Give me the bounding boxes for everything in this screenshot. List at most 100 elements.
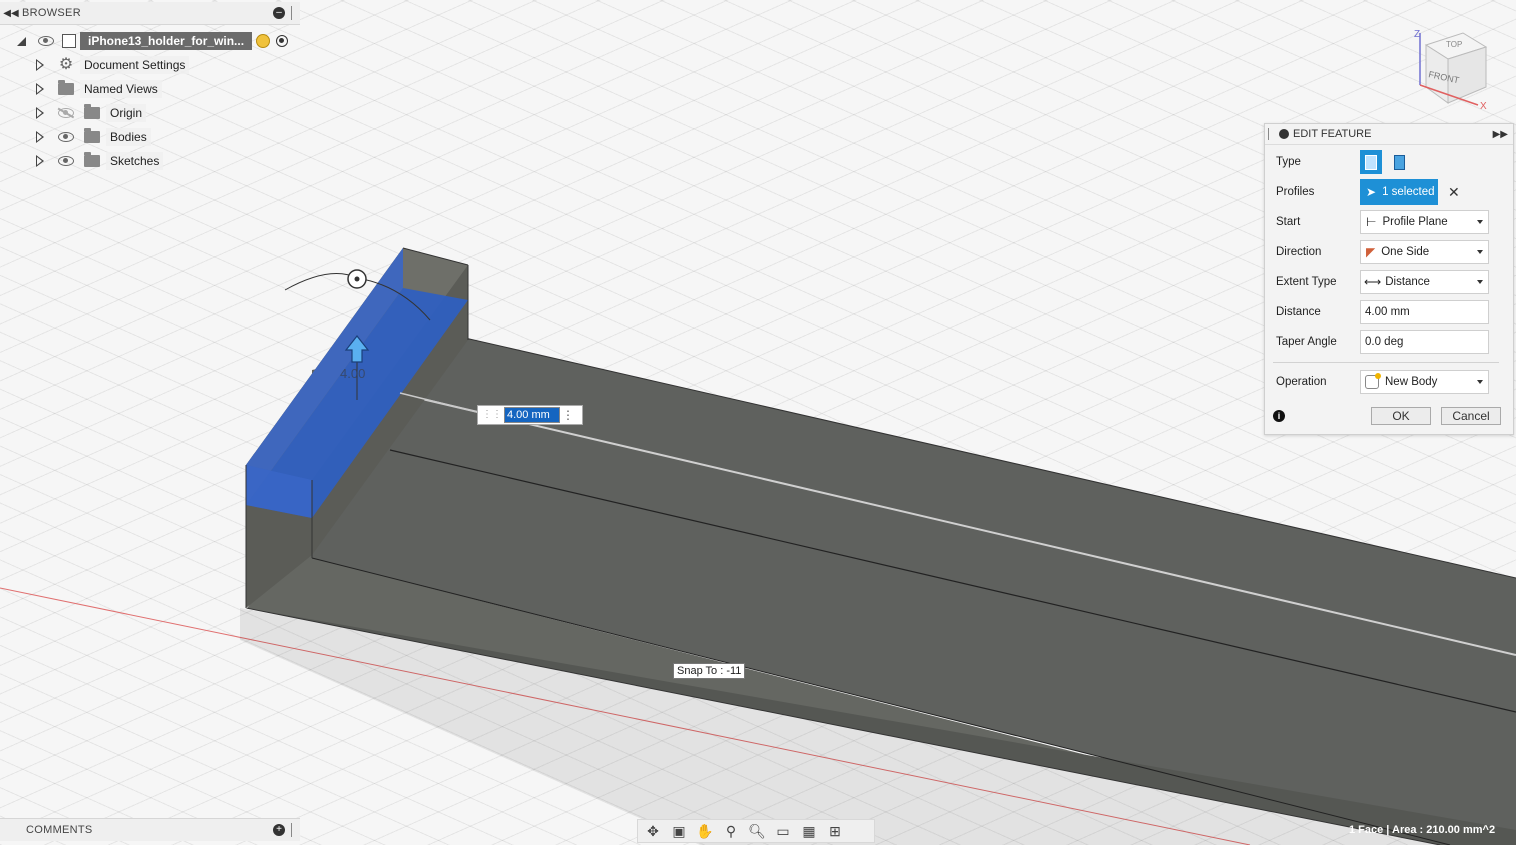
- pan-hand-icon[interactable]: ✋: [694, 822, 716, 840]
- profiles-select-button[interactable]: ➤ 1 selected: [1360, 179, 1438, 205]
- expand-triangle-icon[interactable]: [36, 107, 44, 119]
- start-row: Start ⊢ Profile Plane: [1265, 208, 1513, 236]
- dimension-ghost-text: 4.00: [340, 366, 365, 381]
- browser-root-row[interactable]: iPhone13_holder_for_win...: [17, 30, 289, 52]
- chevron-down-icon: [1477, 250, 1483, 254]
- dimension-input-box[interactable]: ⋮⋮ ⋮: [477, 405, 583, 425]
- distance-icon: ⟷: [1364, 275, 1382, 289]
- start-label: Start: [1276, 216, 1301, 228]
- comments-panel: COMMENTS +: [0, 818, 300, 841]
- orbit-icon[interactable]: ✥: [642, 822, 664, 840]
- snap-tooltip: Snap To : -11: [673, 663, 746, 679]
- panel-divider: [1273, 362, 1499, 363]
- browser-item-named-views[interactable]: Named Views: [36, 78, 162, 100]
- operation-label: Operation: [1276, 376, 1327, 388]
- display-settings-icon[interactable]: ▭: [772, 822, 794, 840]
- selection-status: 1 Face | Area : 210.00 mm^2: [1349, 824, 1496, 836]
- profiles-row: Profiles ➤ 1 selected ✕: [1265, 178, 1513, 206]
- collapse-circle-icon[interactable]: [1279, 129, 1289, 139]
- grid-settings-icon[interactable]: ▦: [798, 822, 820, 840]
- view-cube[interactable]: TOP FRONT Z X: [1408, 25, 1508, 115]
- distance-row: Distance: [1265, 298, 1513, 326]
- viewports-icon[interactable]: ⊞: [824, 822, 846, 840]
- one-side-icon: ◤: [1366, 245, 1376, 259]
- dimension-input[interactable]: [504, 407, 560, 423]
- browser-item-sketches[interactable]: Sketches: [36, 150, 164, 172]
- folder-icon: [84, 152, 100, 167]
- view-cube-top-label: TOP: [1446, 40, 1462, 49]
- browser-item-origin[interactable]: Origin: [36, 102, 147, 124]
- chevron-down-icon: [1477, 380, 1483, 384]
- operation-dropdown[interactable]: New Body: [1360, 370, 1489, 394]
- type-solid-button[interactable]: [1360, 150, 1382, 174]
- activate-radio-icon[interactable]: [276, 35, 289, 47]
- gear-icon: ⚙: [58, 56, 74, 73]
- start-dropdown[interactable]: ⊢ Profile Plane: [1360, 210, 1489, 234]
- browser-item-label: Named Views: [80, 80, 162, 98]
- browser-item-label: Document Settings: [80, 56, 190, 74]
- edit-feature-header: EDIT FEATURE ▶▶: [1265, 124, 1513, 145]
- ok-button[interactable]: OK: [1371, 407, 1431, 425]
- expand-triangle-icon[interactable]: [17, 36, 26, 46]
- expand-triangle-icon[interactable]: [36, 155, 44, 167]
- extent-value: Distance: [1385, 276, 1430, 288]
- add-comment-button[interactable]: +: [273, 824, 285, 836]
- direction-value: One Side: [1381, 246, 1430, 258]
- profiles-selected-text: 1 selected: [1382, 186, 1435, 198]
- chevron-down-icon: [1477, 220, 1483, 224]
- browser-item-label: Bodies: [106, 128, 151, 146]
- extent-row: Extent Type ⟷ Distance: [1265, 268, 1513, 296]
- more-options-icon[interactable]: ⋮: [562, 408, 574, 422]
- taper-row: Taper Angle: [1265, 328, 1513, 356]
- info-icon[interactable]: i: [1273, 410, 1285, 422]
- folder-icon: [84, 128, 100, 143]
- comments-resize-handle[interactable]: [291, 823, 298, 837]
- cancel-button[interactable]: Cancel: [1441, 407, 1501, 425]
- type-row: Type: [1265, 148, 1513, 176]
- direction-dropdown[interactable]: ◤ One Side: [1360, 240, 1489, 264]
- browser-item-bodies[interactable]: Bodies: [36, 126, 151, 148]
- collapse-panel-icon[interactable]: ◀◀: [0, 8, 22, 19]
- solid-extrude-icon: [1365, 154, 1377, 170]
- distance-label: Distance: [1276, 306, 1321, 318]
- edit-feature-panel: EDIT FEATURE ▶▶ Type Profiles ➤ 1 select…: [1264, 123, 1514, 435]
- type-thin-button[interactable]: [1388, 150, 1410, 174]
- taper-angle-input[interactable]: [1360, 330, 1489, 354]
- visibility-eye-icon[interactable]: [38, 36, 54, 46]
- expand-triangle-icon[interactable]: [36, 59, 44, 71]
- direction-label: Direction: [1276, 246, 1322, 258]
- expand-triangle-icon[interactable]: [36, 83, 44, 95]
- comments-title: COMMENTS: [26, 824, 93, 836]
- folder-icon: [84, 104, 100, 119]
- expand-triangle-icon[interactable]: [36, 131, 44, 143]
- visibility-eye-icon[interactable]: [58, 132, 74, 142]
- expand-panel-icon[interactable]: ▶▶: [1493, 129, 1508, 140]
- browser-minimize-button[interactable]: –: [273, 7, 285, 19]
- extent-dropdown[interactable]: ⟷ Distance: [1360, 270, 1489, 294]
- hidden-eye-icon[interactable]: [58, 108, 74, 118]
- browser-item-document-settings[interactable]: ⚙ Document Settings: [36, 54, 190, 76]
- panel-grip-handle[interactable]: [1268, 128, 1275, 140]
- browser-item-label: Origin: [106, 104, 147, 122]
- zoom-icon[interactable]: ⚲: [720, 822, 742, 840]
- drag-grip-icon[interactable]: ⋮⋮: [482, 409, 502, 420]
- visibility-eye-icon[interactable]: [58, 156, 74, 166]
- browser-header: ◀◀ BROWSER –: [0, 2, 300, 25]
- clear-selection-icon[interactable]: ✕: [1448, 184, 1460, 201]
- document-name[interactable]: iPhone13_holder_for_win...: [80, 32, 253, 50]
- fit-icon[interactable]: 🔍︎: [746, 822, 768, 840]
- cursor-arrow-icon: ➤: [1366, 185, 1377, 199]
- profile-plane-icon: ⊢: [1366, 215, 1377, 229]
- new-body-icon: [1365, 373, 1381, 389]
- document-icon: [62, 34, 76, 48]
- browser-item-label: Sketches: [106, 152, 164, 170]
- extent-label: Extent Type: [1276, 276, 1337, 288]
- component-status-icon: [256, 34, 271, 48]
- look-at-icon[interactable]: ▣: [668, 822, 690, 840]
- operation-row: Operation New Body: [1265, 368, 1513, 396]
- browser-resize-handle[interactable]: [291, 6, 298, 20]
- operation-value: New Body: [1385, 376, 1438, 388]
- chevron-down-icon: [1477, 280, 1483, 284]
- distance-input[interactable]: [1360, 300, 1489, 324]
- thin-extrude-icon: [1393, 154, 1405, 170]
